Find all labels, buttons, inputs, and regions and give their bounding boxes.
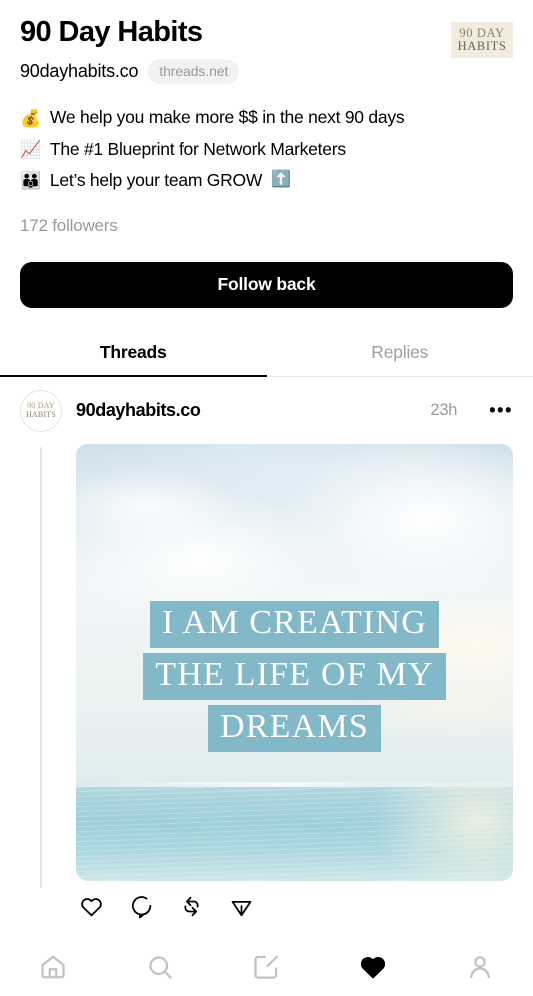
person-icon — [465, 952, 495, 982]
post-header: 90 DAY HABITS 90dayhabits.co 23h ••• — [20, 389, 513, 432]
search-icon — [145, 952, 175, 982]
bio-line: 💰 We help you make more $$ in the next 9… — [20, 102, 513, 133]
nav-activity[interactable] — [343, 945, 403, 989]
post-timestamp: 23h — [430, 401, 458, 420]
post-body: I AM CREATING THE LIFE OF MY DREAMS — [76, 443, 513, 920]
share-icon — [229, 894, 254, 919]
nav-search[interactable] — [130, 945, 190, 989]
follow-button-wrap: Follow back — [0, 236, 533, 308]
threads-profile-screen: 90 Day Habits 90dayhabits.co threads.net… — [0, 0, 533, 996]
bio-line: 📈 The #1 Blueprint for Network Marketers — [20, 134, 513, 165]
reply-button[interactable] — [128, 894, 154, 920]
post-more-options-icon[interactable]: ••• — [489, 402, 513, 420]
bio-line-text: Let’s help your team GROW — [49, 169, 263, 190]
money-bag-emoji: 💰 — [20, 108, 41, 128]
post-username[interactable]: 90dayhabits.co — [76, 400, 416, 421]
avatar[interactable]: 90 DAY HABITS — [20, 389, 62, 432]
profile-picture[interactable]: 90 DAY HABITS — [451, 22, 513, 58]
heart-filled-icon — [358, 952, 388, 982]
compose-icon — [251, 952, 281, 982]
chart-increasing-emoji: 📈 — [20, 139, 41, 159]
handle-row: 90dayhabits.co threads.net — [20, 59, 451, 85]
profile-picture-line2: HABITS — [457, 39, 507, 53]
follow-back-button[interactable]: Follow back — [20, 261, 513, 308]
like-button[interactable] — [78, 894, 104, 920]
nav-profile[interactable] — [450, 945, 510, 989]
quote-overlay: I AM CREATING THE LIFE OF MY DREAMS — [76, 601, 513, 753]
bio-line-text: The #1 Blueprint for Network Marketers — [49, 138, 346, 159]
profile-tabs: Threads Replies — [0, 332, 533, 377]
follower-count: 172 followers — [20, 215, 118, 235]
post-actions — [76, 894, 513, 920]
profile-header: 90 Day Habits 90dayhabits.co threads.net… — [0, 0, 533, 85]
thread-connector-line — [40, 446, 42, 888]
quote-line-1: I AM CREATING — [150, 601, 439, 649]
share-button[interactable] — [228, 894, 254, 920]
tab-threads[interactable]: Threads — [0, 332, 267, 377]
profile-identity: 90 Day Habits 90dayhabits.co threads.net — [20, 16, 451, 85]
repost-button[interactable] — [178, 894, 204, 920]
nav-home[interactable] — [23, 945, 83, 989]
family-emoji: 👪 — [20, 170, 41, 190]
post-image[interactable]: I AM CREATING THE LIFE OF MY DREAMS — [76, 443, 513, 881]
comment-icon — [129, 894, 154, 919]
quote-line-2: THE LIFE OF MY — [143, 653, 446, 701]
avatar-line2: HABITS — [25, 409, 57, 419]
profile-bio: 💰 We help you make more $$ in the next 9… — [0, 84, 533, 195]
bio-line-text: We help you make more $$ in the next 90 … — [49, 107, 405, 128]
nav-compose[interactable] — [236, 945, 296, 989]
quote-line-3: DREAMS — [208, 705, 381, 753]
home-icon — [38, 952, 68, 982]
heart-icon — [79, 894, 104, 919]
bottom-navigation — [0, 936, 533, 996]
domain-badge[interactable]: threads.net — [148, 59, 240, 85]
bio-line: 👪 Let’s help your team GROW ⬆️ — [20, 165, 513, 196]
ocean-background — [76, 781, 513, 881]
thread-post: 90 DAY HABITS 90dayhabits.co 23h ••• I A… — [0, 377, 533, 936]
profile-handle: 90dayhabits.co — [20, 61, 139, 82]
repost-icon — [179, 894, 204, 919]
up-arrow-emoji: ⬆️ — [271, 171, 291, 189]
tab-replies[interactable]: Replies — [267, 332, 533, 376]
page-title: 90 Day Habits — [20, 16, 203, 48]
